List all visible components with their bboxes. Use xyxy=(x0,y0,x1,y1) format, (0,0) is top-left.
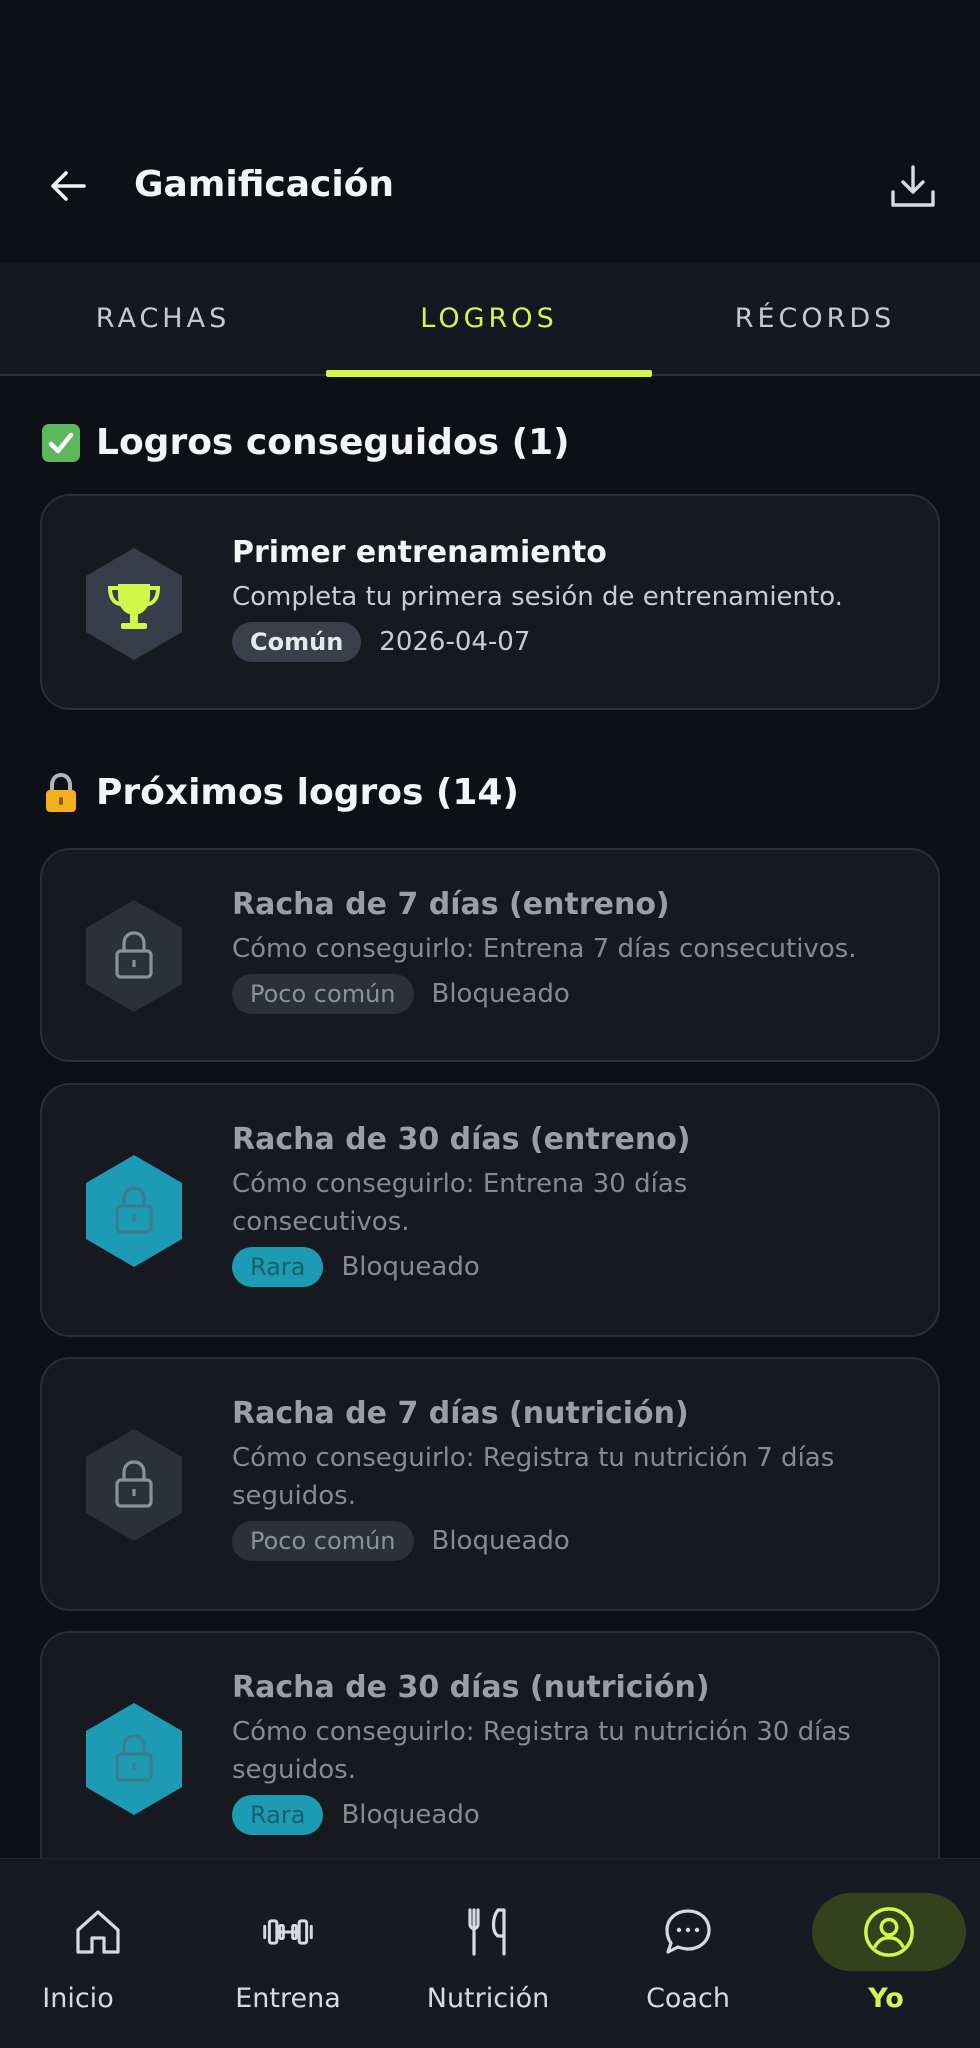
achievement-title: Primer entrenamiento xyxy=(232,535,607,570)
nav-item-inicio[interactable]: Inicio xyxy=(0,1859,196,2048)
lock-icon xyxy=(40,772,82,814)
nav-label: Yo xyxy=(868,1983,904,2014)
nav-label: Coach xyxy=(646,1983,730,2014)
locked-badge-hexagon xyxy=(86,1429,182,1541)
tab-bar: RACHAS LOGROS RÉCORDS xyxy=(0,262,980,377)
achievement-status: Bloqueado xyxy=(341,1252,480,1282)
bottom-navigation: Inicio Entrena Nutrición Coach Yo xyxy=(0,1858,980,2048)
achievement-card-racha-7-entreno[interactable]: Racha de 7 días (entreno) Cómo conseguir… xyxy=(40,848,940,1062)
rarity-badge: Poco común xyxy=(232,1521,414,1561)
nav-label: Entrena xyxy=(235,1983,341,2014)
profile-icon xyxy=(862,1905,916,1959)
chat-bubble-icon xyxy=(661,1905,715,1959)
check-mark-icon xyxy=(40,422,82,464)
rarity-badge: Rara xyxy=(232,1795,324,1835)
achievement-title: Racha de 7 días (nutrición) xyxy=(232,1396,689,1431)
achievement-status: Bloqueado xyxy=(431,979,570,1009)
tab-records[interactable]: RÉCORDS xyxy=(652,262,978,374)
achievement-description: Cómo conseguirlo: Entrena 7 días consecu… xyxy=(232,934,857,964)
upcoming-section-label: Próximos logros (14) xyxy=(96,772,519,813)
achieved-section-label: Logros conseguidos (1) xyxy=(96,422,570,463)
achievement-card-racha-7-nutricion[interactable]: Racha de 7 días (nutrición) Cómo consegu… xyxy=(40,1357,940,1611)
locked-badge-hexagon xyxy=(86,900,182,1012)
achievement-status: Bloqueado xyxy=(341,1800,480,1830)
tab-logros[interactable]: LOGROS xyxy=(326,262,652,374)
achievement-description: Cómo conseguirlo: Registra tu nutrición … xyxy=(232,1717,851,1785)
home-icon xyxy=(71,1905,125,1959)
achievement-title: Racha de 30 días (entreno) xyxy=(232,1122,691,1157)
fork-knife-icon xyxy=(461,1905,515,1959)
nav-item-entrena[interactable]: Entrena xyxy=(190,1859,386,2048)
nav-item-nutricion[interactable]: Nutrición xyxy=(390,1859,586,2048)
rarity-badge: Poco común xyxy=(232,974,414,1014)
active-tab-indicator xyxy=(326,370,652,377)
rarity-badge: Común xyxy=(232,622,362,662)
achievement-description: Cómo conseguirlo: Registra tu nutrición … xyxy=(232,1443,835,1511)
nav-label: Nutrición xyxy=(426,1983,550,2014)
nav-label: Inicio xyxy=(42,1983,114,2014)
dumbbell-icon xyxy=(261,1905,315,1959)
app-bar: Gamificación xyxy=(0,0,980,262)
achievement-card-racha-30-nutricion[interactable]: Racha de 30 días (nutrición) Cómo conseg… xyxy=(40,1631,940,1885)
download-button[interactable] xyxy=(882,156,944,218)
achievement-description: Cómo conseguirlo: Entrena 30 días consec… xyxy=(232,1169,688,1237)
achievement-title: Racha de 30 días (nutrición) xyxy=(232,1670,710,1705)
achievement-description: Completa tu primera sesión de entrenamie… xyxy=(232,582,843,612)
page-title: Gamificación xyxy=(134,164,395,205)
nav-item-yo[interactable]: Yo xyxy=(804,1859,980,2048)
achievement-card-primer-entrenamiento[interactable]: Primer entrenamiento Completa tu primera… xyxy=(40,494,940,710)
achievement-card-racha-30-entreno[interactable]: Racha de 30 días (entreno) Cómo consegui… xyxy=(40,1083,940,1337)
rarity-badge: Rara xyxy=(232,1247,324,1287)
achievement-date: 2026-04-07 xyxy=(379,627,531,657)
nav-item-coach[interactable]: Coach xyxy=(590,1859,786,2048)
tab-rachas[interactable]: RACHAS xyxy=(0,262,326,374)
arrow-left-icon xyxy=(51,171,86,201)
back-button[interactable] xyxy=(40,158,96,214)
achieved-section-title: Logros conseguidos (1) xyxy=(40,418,570,468)
achievement-badge-hexagon xyxy=(86,548,182,660)
achievement-title: Racha de 7 días (entreno) xyxy=(232,887,670,922)
download-icon xyxy=(891,165,935,207)
locked-badge-hexagon xyxy=(86,1703,182,1815)
locked-badge-hexagon xyxy=(86,1155,182,1267)
achievement-status: Bloqueado xyxy=(431,1526,570,1556)
upcoming-section-title: Próximos logros (14) xyxy=(40,768,519,818)
